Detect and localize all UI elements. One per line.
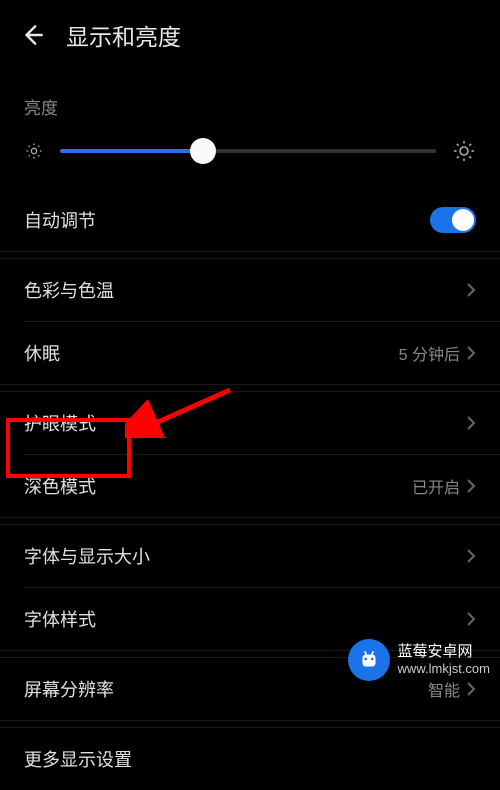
sleep-value: 5 分钟后 bbox=[399, 341, 460, 365]
chevron-right-icon bbox=[466, 681, 476, 697]
screen-resolution-label: 屏幕分辨率 bbox=[24, 676, 114, 702]
auto-adjust-label: 自动调节 bbox=[24, 207, 96, 233]
dark-mode-label: 深色模式 bbox=[24, 473, 96, 499]
row-auto-adjust[interactable]: 自动调节 bbox=[0, 189, 500, 251]
brightness-slider[interactable] bbox=[60, 137, 436, 165]
more-display-label: 更多显示设置 bbox=[24, 746, 132, 772]
row-font-display-size[interactable]: 字体与显示大小 bbox=[0, 525, 500, 587]
row-dark-mode[interactable]: 深色模式 已开启 bbox=[0, 455, 500, 517]
chevron-right-icon bbox=[466, 345, 476, 361]
sleep-label: 休眠 bbox=[24, 340, 60, 366]
chevron-right-icon bbox=[466, 478, 476, 494]
row-eye-comfort[interactable]: 护眼模式 bbox=[0, 392, 500, 454]
sun-high-icon bbox=[452, 139, 476, 163]
color-temp-label: 色彩与色温 bbox=[24, 277, 114, 303]
chevron-right-icon bbox=[466, 282, 476, 298]
font-display-size-label: 字体与显示大小 bbox=[24, 543, 150, 569]
brightness-section-label: 亮度 bbox=[24, 72, 476, 137]
watermark: 蓝莓安卓网 www.lmkjst.com bbox=[348, 639, 490, 681]
chevron-right-icon bbox=[466, 548, 476, 564]
chevron-right-icon bbox=[466, 611, 476, 627]
row-sleep[interactable]: 休眠 5 分钟后 bbox=[0, 322, 500, 384]
auto-adjust-toggle[interactable] bbox=[430, 207, 476, 233]
watermark-title: 蓝莓安卓网 bbox=[398, 643, 490, 661]
watermark-url: www.lmkjst.com bbox=[398, 661, 490, 677]
back-button[interactable] bbox=[20, 22, 46, 48]
chevron-right-icon bbox=[466, 415, 476, 431]
watermark-logo-icon bbox=[348, 639, 390, 681]
eye-comfort-label: 护眼模式 bbox=[24, 410, 96, 436]
sun-low-icon bbox=[24, 141, 44, 161]
row-color-temp[interactable]: 色彩与色温 bbox=[0, 259, 500, 321]
page-title: 显示和亮度 bbox=[66, 18, 181, 52]
row-more-display[interactable]: 更多显示设置 bbox=[0, 728, 500, 790]
font-style-label: 字体样式 bbox=[24, 606, 96, 632]
dark-mode-value: 已开启 bbox=[412, 474, 460, 498]
